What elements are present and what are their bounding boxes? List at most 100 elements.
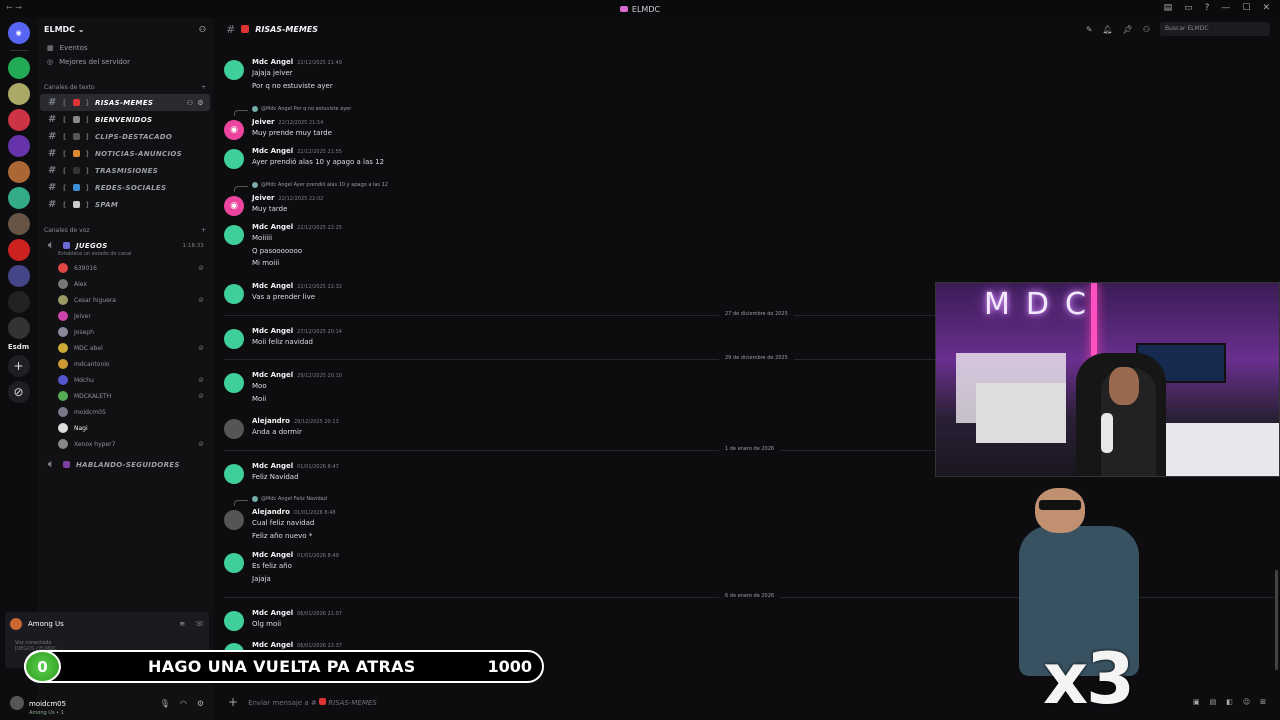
invite-icon[interactable]: ⚇ — [187, 99, 194, 107]
discover-icon[interactable]: ⊘ — [7, 381, 30, 403]
server-icon[interactable] — [7, 109, 30, 131]
avatar[interactable] — [224, 149, 244, 169]
server-icon[interactable] — [7, 83, 30, 105]
channel-trasmisiones[interactable]: #[] TRASMISIONES — [40, 162, 210, 179]
server-icon[interactable] — [7, 317, 30, 339]
gif-icon[interactable]: ▤ — [1210, 698, 1217, 706]
mic-icon[interactable]: 🎙︎ — [160, 699, 170, 708]
channel-noticias-anuncios[interactable]: #[] NOTICIAS-ANUNCIOS — [40, 145, 210, 162]
sticker-icon[interactable]: ◧ — [1226, 698, 1233, 706]
pin-icon[interactable]: 📌︎ — [1123, 25, 1133, 34]
server-icon[interactable] — [7, 265, 30, 287]
server-icon[interactable] — [7, 135, 30, 157]
reply-reference[interactable]: @Mdc Angel Por q no estuviste ayer — [234, 106, 351, 116]
add-channel-icon[interactable]: + — [201, 84, 206, 91]
server-icon[interactable] — [7, 239, 30, 261]
avatar[interactable] — [10, 696, 24, 710]
avatar[interactable]: ◉ — [224, 120, 244, 140]
voice-user[interactable]: MDCKALETH ⊘ — [37, 388, 213, 404]
author-name[interactable]: Mdc Angel — [252, 282, 293, 290]
author-name[interactable]: Mdc Angel — [252, 609, 293, 617]
avatar[interactable] — [224, 284, 244, 304]
server-folder-label[interactable]: Esdm — [8, 343, 29, 351]
voice-user[interactable]: Cesar higuera ⊘ — [37, 292, 213, 308]
server-icon[interactable] — [7, 161, 30, 183]
avatar[interactable] — [224, 611, 244, 631]
avatar[interactable] — [224, 329, 244, 349]
avatar[interactable] — [224, 464, 244, 484]
author-name[interactable]: Mdc Angel — [252, 641, 293, 649]
avatar[interactable] — [224, 553, 244, 573]
disconnect-icon[interactable]: ☏ — [195, 620, 204, 628]
avatar[interactable] — [224, 419, 244, 439]
noise-icon[interactable]: ≋ — [179, 620, 185, 628]
avatar[interactable] — [224, 60, 244, 80]
author-name[interactable]: Mdc Angel — [252, 58, 293, 66]
voice-user[interactable]: Mdchu ⊘ — [37, 372, 213, 388]
browse-item[interactable]: ◎ Mejores del servidor — [37, 56, 213, 70]
author-name[interactable]: Alejandro — [252, 508, 290, 516]
author-name[interactable]: Mdc Angel — [252, 327, 293, 335]
gear-icon[interactable]: ⚙ — [197, 699, 204, 708]
category-voice[interactable]: Canales de voz + — [37, 213, 213, 237]
author-name[interactable]: Mdc Angel — [252, 371, 293, 379]
author-name[interactable]: Alejandro — [252, 417, 290, 425]
add-server-icon[interactable]: + — [7, 355, 30, 377]
inbox-icon[interactable]: ▤ — [1164, 3, 1173, 13]
close-icon[interactable]: ✕ — [1262, 3, 1270, 13]
maximize-icon[interactable]: ☐ — [1242, 3, 1250, 13]
voice-user[interactable]: Joseph — [37, 324, 213, 340]
bell-icon[interactable]: 🔔︎ — [1103, 25, 1113, 34]
add-channel-icon[interactable]: + — [201, 227, 206, 234]
author-name[interactable]: Mdc Angel — [252, 147, 293, 155]
author-name[interactable]: Mdc Angel — [252, 462, 293, 470]
server-icon[interactable] — [7, 213, 30, 235]
back-forward-icon[interactable]: ← → — [6, 3, 22, 12]
reply-reference[interactable]: @Mdc Angel Feliz Navidad — [234, 496, 327, 506]
screen-icon[interactable]: ▭ — [1184, 3, 1193, 13]
server-header[interactable]: ELMDC ⌄ ⚇ — [37, 18, 213, 40]
author-name[interactable]: Jeiver — [252, 194, 275, 202]
channel-risas-memes[interactable]: #[] RISAS-MEMES ⚇ ⚙ — [40, 94, 210, 111]
author-name[interactable]: Mdc Angel — [252, 223, 293, 231]
voice-user[interactable]: Xenox hyper7 ⊘ — [37, 436, 213, 452]
author-name[interactable]: Jeiver — [252, 118, 275, 126]
minimize-icon[interactable]: — — [1221, 3, 1230, 13]
members-icon[interactable]: ⚇ — [1143, 25, 1150, 34]
search-input[interactable]: Buscar ELMDC — [1160, 22, 1270, 36]
avatar[interactable]: ◉ — [224, 196, 244, 216]
channel-bienvenidos[interactable]: #[] BIENVENIDOS — [40, 111, 210, 128]
events-item[interactable]: ▦ Eventos — [37, 40, 213, 56]
voice-user[interactable]: moidcm05 — [37, 404, 213, 420]
channel-redes-sociales[interactable]: #[] REDES-SOCIALES — [40, 179, 210, 196]
threads-icon[interactable]: ✎ — [1086, 25, 1093, 34]
voice-user[interactable]: MDC abel ⊘ — [37, 340, 213, 356]
avatar[interactable] — [224, 225, 244, 245]
add-attachment-icon[interactable]: + — [228, 695, 238, 709]
voice-status[interactable]: Establece un estado de canal — [37, 251, 213, 260]
add-member-icon[interactable]: ⚇ — [199, 25, 206, 34]
channel-spam[interactable]: #[] SPAM — [40, 196, 210, 213]
home-server-icon[interactable]: ◉ — [7, 22, 30, 44]
help-icon[interactable]: ? — [1205, 3, 1210, 13]
headphones-icon[interactable]: ◠ — [180, 699, 187, 708]
category-text[interactable]: Canales de texto + — [37, 70, 213, 94]
avatar[interactable] — [224, 510, 244, 530]
emoji-icon[interactable]: ☺ — [1243, 698, 1250, 706]
reply-reference[interactable]: @Mdc Angel Ayer prendió alas 10 y apago … — [234, 182, 388, 192]
author-name[interactable]: Mdc Angel — [252, 551, 293, 559]
scrollbar[interactable] — [1275, 570, 1278, 670]
voice-user[interactable]: Alex — [37, 276, 213, 292]
voice-user[interactable]: mdcantonio — [37, 356, 213, 372]
server-icon[interactable] — [7, 57, 30, 79]
apps-icon[interactable]: ⊞ — [1260, 698, 1266, 706]
server-icon[interactable] — [7, 291, 30, 313]
voice-channel-hablando[interactable]: 🔈︎ HABLANDO-SEGUIDORES — [40, 456, 210, 473]
voice-user[interactable]: 639016 ⊘ — [37, 260, 213, 276]
voice-user[interactable]: Jeiver — [37, 308, 213, 324]
voice-user[interactable]: Nagi — [37, 420, 213, 436]
server-icon[interactable] — [7, 187, 30, 209]
gear-icon[interactable]: ⚙ — [197, 99, 204, 107]
avatar[interactable] — [224, 373, 244, 393]
channel-clips-destacado[interactable]: #[] CLIPS-DESTACADO — [40, 128, 210, 145]
